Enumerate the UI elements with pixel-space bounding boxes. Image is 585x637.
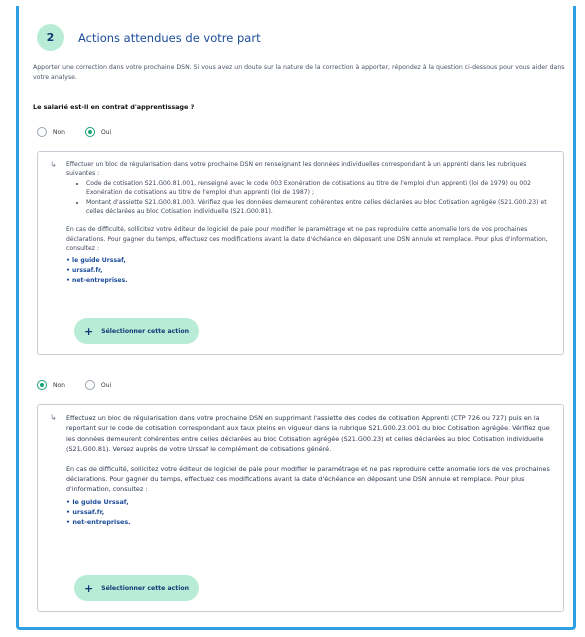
card-oui-bullet: Code de cotisation S21.G00.81.001, rense… — [86, 179, 550, 198]
radio-oui-top[interactable] — [84, 127, 95, 137]
action-card-non: ↳ Effectuez un bloc de régularisation da… — [37, 404, 564, 612]
card-oui-text2: En cas de difficulté, sollicitez votre é… — [66, 226, 548, 253]
return-arrow-icon: ↳ — [50, 160, 57, 169]
card-oui-text1: Effectuer un bloc de régularisation dans… — [66, 161, 527, 178]
link-net-entreprises[interactable]: net-entreprises. — [66, 276, 550, 286]
link-urssaf-fr[interactable]: urssaf.fr, — [66, 507, 550, 517]
action-card-oui: ↳ Effectuer un bloc de régularisation da… — [37, 151, 564, 355]
card-oui-bullet: Montant d'assiette S21.G00.81.003. Vérif… — [86, 198, 550, 217]
select-action-button-non[interactable]: + Sélectionner cette action — [74, 575, 199, 601]
link-guide-urssaf[interactable]: le guide Urssaf, — [66, 256, 550, 266]
plus-icon: + — [83, 324, 94, 338]
link-urssaf-fr[interactable]: urssaf.fr, — [66, 266, 550, 276]
action-panel: 2 Actions attendues de votre part Apport… — [16, 6, 576, 630]
step-title: Actions attendues de votre part — [78, 30, 261, 45]
radio-non-bottom[interactable] — [37, 380, 47, 390]
radio-group-top: Non Oui — [37, 127, 131, 137]
intro-text: Apporter une correction dans votre proch… — [33, 64, 565, 81]
radio-label-oui[interactable]: Oui — [101, 382, 111, 389]
link-net-entreprises[interactable]: net-entreprises. — [66, 517, 550, 527]
step-header: 2 Actions attendues de votre part — [37, 24, 261, 51]
step-number-badge: 2 — [37, 24, 64, 51]
question-label: Le salarié est-il en contrat d'apprentis… — [33, 103, 195, 111]
card-non-text1: Effectuez un bloc de régularisation dans… — [66, 414, 550, 454]
return-arrow-icon: ↳ — [50, 413, 57, 422]
card-non-text2: En cas de difficulté, sollicitez votre é… — [66, 464, 550, 494]
card-non-links: le guide Urssaf, urssaf.fr, net-entrepri… — [66, 497, 550, 527]
select-action-button-oui[interactable]: + Sélectionner cette action — [74, 318, 199, 344]
radio-non-top[interactable] — [37, 127, 47, 137]
link-guide-urssaf[interactable]: le guide Urssaf, — [66, 497, 550, 507]
radio-label-oui[interactable]: Oui — [101, 129, 111, 136]
card-oui-bullets: Code de cotisation S21.G00.81.001, rense… — [80, 179, 550, 217]
radio-group-bottom: Non Oui — [37, 380, 131, 390]
card-oui-links: le guide Urssaf, urssaf.fr, net-entrepri… — [66, 256, 550, 286]
select-action-label: Sélectionner cette action — [101, 584, 190, 592]
radio-label-non[interactable]: Non — [53, 129, 65, 136]
radio-oui-bottom[interactable] — [84, 380, 95, 390]
radio-label-non[interactable]: Non — [53, 382, 65, 389]
plus-icon: + — [83, 581, 94, 595]
select-action-label: Sélectionner cette action — [101, 327, 190, 335]
